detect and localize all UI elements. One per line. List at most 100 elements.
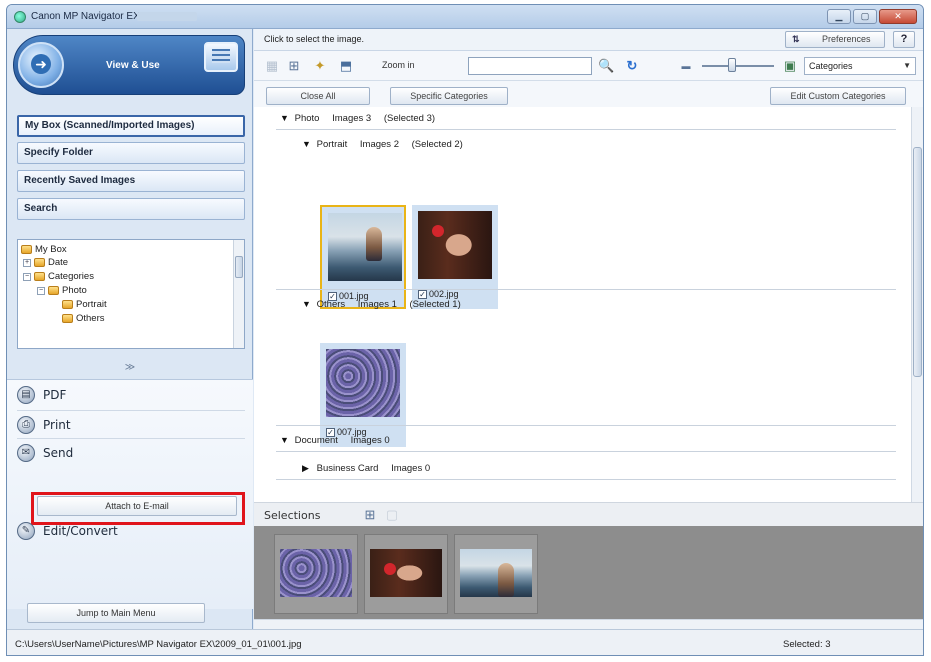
tree-item-categories[interactable]: − Categories xyxy=(23,270,94,283)
collapse-icon[interactable]: − xyxy=(37,286,45,295)
folder-icon xyxy=(21,245,32,254)
status-path: C:\Users\UserName\Pictures\MP Navigator … xyxy=(15,639,302,650)
folder-tree: My Box + Date − Categories − Photo Portr… xyxy=(17,239,245,349)
scroll-thumb[interactable] xyxy=(235,256,243,278)
divider xyxy=(276,425,896,426)
category-others[interactable]: ▼ Others Images 1 (Selected 1) xyxy=(302,299,461,310)
tree-item-my-box[interactable]: My Box xyxy=(21,243,67,256)
window-controls: ▁ ▢ ✕ xyxy=(827,9,917,24)
selections-header: Selections ⊞ ▢ xyxy=(254,502,923,526)
grid-large-icon[interactable]: ⊞ xyxy=(286,58,302,74)
attach-email-button[interactable]: Attach to E-mail xyxy=(37,496,237,516)
collapse-toggle[interactable]: ≫ xyxy=(7,359,253,377)
task-label: Print xyxy=(43,418,71,432)
thumbnail-size-slider[interactable] xyxy=(702,65,774,67)
category-photo[interactable]: ▼ Photo Images 3 (Selected 3) xyxy=(280,113,435,124)
grid-view-icon[interactable]: ▦ xyxy=(264,58,280,74)
category-document[interactable]: ▼ Document Images 0 xyxy=(280,435,390,446)
tree-label: Portrait xyxy=(76,299,107,310)
task-label: Send xyxy=(43,446,74,460)
collapse-triangle-icon[interactable]: ▼ xyxy=(302,299,314,309)
category-selected: (Selected 3) xyxy=(383,113,436,124)
expand-triangle-icon[interactable]: ▶ xyxy=(302,463,314,474)
tree-label: Date xyxy=(48,257,69,268)
status-selected-count: Selected: 3 xyxy=(783,639,831,650)
instruction-bar: Click to select the image. ⇅ Preferences… xyxy=(254,29,923,51)
filename: 002.jpg xyxy=(429,289,459,299)
selections-tray xyxy=(254,526,923,629)
category-name: Document xyxy=(294,435,338,446)
thumbnail-002[interactable]: ✓ 002.jpg xyxy=(412,205,498,309)
pencil-icon: ✎ xyxy=(17,522,35,540)
tree-label: Photo xyxy=(62,285,87,296)
folder-icon xyxy=(62,314,73,323)
tree-item-photo[interactable]: − Photo xyxy=(37,284,87,297)
expand-icon[interactable]: + xyxy=(23,258,31,267)
category-count: Images 0 xyxy=(350,435,390,446)
refresh-icon[interactable]: ↻ xyxy=(624,58,640,74)
collapse-triangle-icon[interactable]: ▼ xyxy=(280,435,292,445)
close-all-button[interactable]: Close All xyxy=(266,87,370,105)
nav-search[interactable]: Search xyxy=(17,198,245,220)
selection-item[interactable] xyxy=(364,534,448,614)
view-mode-value: Categories xyxy=(809,61,853,71)
nav-recently-saved[interactable]: Recently Saved Images xyxy=(17,170,245,192)
search-input[interactable] xyxy=(468,57,592,75)
collapse-triangle-icon[interactable]: ▼ xyxy=(280,113,292,123)
view-mode-select[interactable]: Categories ▼ xyxy=(804,57,916,75)
folder-icon xyxy=(62,300,73,309)
category-name: Business Card xyxy=(316,463,379,474)
jump-main-menu-button[interactable]: Jump to Main Menu xyxy=(27,603,205,623)
tree-label: Categories xyxy=(48,271,94,282)
task-edit-convert[interactable]: ✎ Edit/Convert xyxy=(17,518,118,544)
maximize-icon[interactable]: ▢ xyxy=(853,9,877,24)
tray-scrollbar[interactable] xyxy=(254,619,923,629)
checkbox[interactable]: ✓ xyxy=(418,289,427,299)
help-button[interactable]: ? xyxy=(893,31,915,48)
collapse-icon[interactable]: − xyxy=(23,272,31,281)
tree-item-portrait[interactable]: Portrait xyxy=(62,298,107,311)
grid-view-icon[interactable]: ⊞ xyxy=(362,507,378,523)
specific-categories-button[interactable]: Specific Categories xyxy=(390,87,508,105)
task-label: PDF xyxy=(43,388,67,402)
collapse-triangle-icon[interactable]: ▼ xyxy=(302,139,314,149)
tree-scrollbar[interactable] xyxy=(233,240,244,348)
selection-image xyxy=(280,549,352,597)
category-count: Images 3 xyxy=(332,113,372,124)
selection-item[interactable] xyxy=(454,534,538,614)
slider-thumb[interactable] xyxy=(728,58,736,72)
tree-item-others[interactable]: Others xyxy=(62,312,105,325)
large-thumb-icon[interactable]: ▣ xyxy=(782,58,798,74)
zoom-in-label[interactable]: Zoom in xyxy=(382,60,415,70)
correct-image-icon[interactable]: ✦ xyxy=(312,58,328,74)
minimize-icon[interactable]: ▁ xyxy=(827,9,851,24)
task-print[interactable]: ⎙ Print xyxy=(17,412,71,438)
scroll-thumb[interactable] xyxy=(913,147,922,377)
browser-scrollbar[interactable] xyxy=(911,107,923,502)
category-portrait[interactable]: ▼ Portrait Images 2 (Selected 2) xyxy=(302,139,463,150)
divider xyxy=(17,410,245,411)
nav-my-box[interactable]: My Box (Scanned/Imported Images) xyxy=(17,115,245,137)
toolbar: ▦ ⊞ ✦ ⬒ Zoom in 🔍 ↻ ▬ ▣ Categories ▼ xyxy=(254,51,923,81)
folder-icon xyxy=(48,286,59,295)
close-icon[interactable]: ✕ xyxy=(879,9,917,24)
small-thumb-icon[interactable]: ▬ xyxy=(678,58,694,74)
category-business-card[interactable]: ▶ Business Card Images 0 xyxy=(302,463,430,474)
thumbnail-001[interactable]: ✓ 001.jpg xyxy=(320,205,406,309)
nav-specify-folder[interactable]: Specify Folder xyxy=(17,142,245,164)
task-send[interactable]: ✉ Send xyxy=(17,440,73,466)
task-pdf[interactable]: ▤ PDF xyxy=(17,382,66,408)
preferences-button[interactable]: ⇅ Preferences xyxy=(785,31,885,48)
title-extra xyxy=(137,12,197,21)
thumbnail-007[interactable]: ✓ 007.jpg xyxy=(320,343,406,447)
action-bar: Close All Specific Categories Edit Custo… xyxy=(254,81,923,107)
right-panel: Click to select the image. ⇅ Preferences… xyxy=(254,29,923,629)
tree-item-date[interactable]: + Date xyxy=(23,256,68,269)
edit-custom-categories-button[interactable]: Edit Custom Categories xyxy=(770,87,906,105)
view-use-header[interactable]: ➜ View & Use xyxy=(13,35,245,95)
list-view-icon[interactable]: ▢ xyxy=(384,507,400,523)
search-icon[interactable]: 🔍 xyxy=(598,58,614,74)
preferences-label: Preferences xyxy=(822,34,871,44)
selection-item[interactable] xyxy=(274,534,358,614)
zoom-in-icon[interactable]: ⬒ xyxy=(338,58,354,74)
